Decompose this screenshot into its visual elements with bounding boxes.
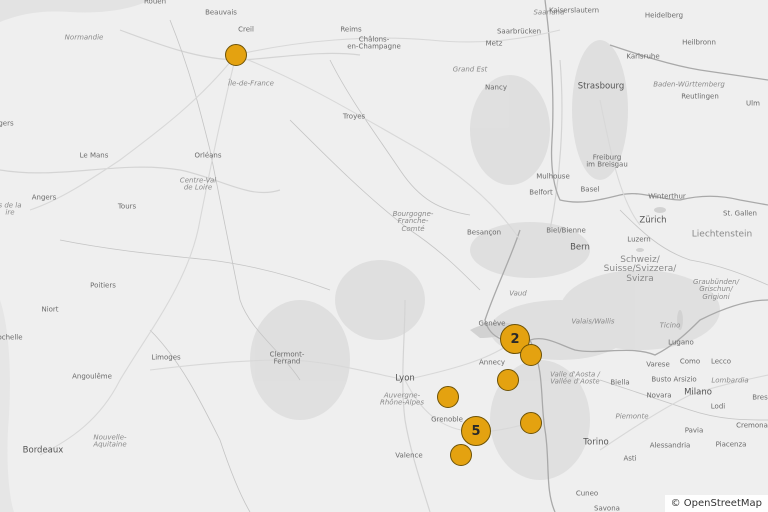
map-label-city: Grenoble <box>431 415 463 424</box>
map-label-city: Belfort <box>529 188 553 197</box>
map-label-city: gers <box>0 119 14 128</box>
map-label-region: Nouvelle- Aquitaine <box>93 433 127 449</box>
map-label-city: Bres <box>752 393 768 402</box>
map-label-region: Vaud <box>509 289 527 298</box>
map-label-city: Le Mans <box>79 151 109 160</box>
map-label-city: Asti <box>623 454 637 463</box>
map-label-region: Baden-Württemberg <box>653 80 725 89</box>
map-label-country: Liechtenstein <box>691 229 753 240</box>
map-label-city: Reutlingen <box>681 92 719 101</box>
map-label-region: Valle d'Aosta / Vallée d'Aoste <box>550 370 600 386</box>
map-label-city: Lecco <box>710 357 732 366</box>
map-label-city: Limoges <box>151 353 181 362</box>
map-label-city: Nancy <box>485 83 507 92</box>
map-label-city: Angoulême <box>72 372 112 381</box>
map-label-city: Basel <box>580 185 600 194</box>
map-label-region: Normandie <box>64 33 104 42</box>
map-label-city: Alessandria <box>649 441 691 450</box>
map-label-city: Luzern <box>627 235 651 244</box>
map-label-city: Genève <box>478 319 506 328</box>
map-label-city: Busto Arsizio <box>651 375 697 384</box>
map-label-city: Poitiers <box>90 281 116 290</box>
map-label-city-big: Torino <box>583 437 609 448</box>
marker-chamonix[interactable] <box>520 344 542 366</box>
map-label-city: Novara <box>646 391 672 400</box>
map-label-region: Grand Est <box>452 65 488 74</box>
map-label-city: Lodi <box>710 402 726 411</box>
map-label-city: Cuneo <box>575 489 599 498</box>
map-label-city: Kaiserslautern <box>548 6 600 15</box>
marker-albertville[interactable] <box>497 369 519 391</box>
map-label-city-big: Bern <box>570 242 590 253</box>
map-label-city: Freiburg im Breisgau <box>586 153 628 169</box>
map-label-city-big: Milano <box>684 387 712 398</box>
map-canvas[interactable]: Rouen Beauvais Creil Normandie Île-de-France… <box>0 0 768 512</box>
map-label-region: Valais/Wallis <box>571 317 615 326</box>
map-label-city: Orléans <box>194 151 222 160</box>
map-label-region: Île-de-France <box>228 79 274 88</box>
map-label-city-big: Strasbourg <box>577 81 625 92</box>
map-label-city-big: Lyon <box>395 373 415 384</box>
marker-chambery[interactable] <box>437 386 459 408</box>
map-label-city: Châlons- en-Champagne <box>347 35 401 51</box>
map-label-region: Piemonte <box>615 412 649 421</box>
map-label-city: ochelle <box>0 333 23 342</box>
map-label-city: Savona <box>594 504 620 512</box>
map-label-city: Piacenza <box>715 440 747 449</box>
map-label-region: Centre-Val de Loire <box>179 176 217 192</box>
map-label-city: Varese <box>646 360 670 369</box>
map-label-city: Troyes <box>342 112 366 121</box>
map-label-city: Rouen <box>143 0 167 6</box>
map-label-city: Ulm <box>746 99 760 108</box>
map-label-city: Beauvais <box>205 8 237 17</box>
marker-grenoble-cluster[interactable]: 5 <box>461 416 491 446</box>
map-label-city: Cremona <box>736 421 768 430</box>
map-label-region: Lombardia <box>711 376 749 385</box>
map-label-city: Metz <box>485 39 503 48</box>
map-label-city: Como <box>679 357 701 366</box>
map-label-city: Besançon <box>466 228 502 237</box>
map-label-region: Graubünden/ Grischun/ Grigioni <box>693 277 739 301</box>
map-label-city: Annecy <box>479 358 505 367</box>
map-label-region: Ticino <box>659 321 681 330</box>
map-label-city: Angers <box>31 193 57 202</box>
map-label-region: Auvergne- Rhône-Alpes <box>380 391 424 407</box>
map-label-city-big: Zürich <box>639 215 667 226</box>
map-label-region: Bourgogne- Franche- Comté <box>392 209 434 233</box>
map-label-city: Heilbronn <box>682 38 716 47</box>
map-label-city: Saarbrücken <box>496 27 542 36</box>
map-label-city: Heidelberg <box>644 11 684 20</box>
map-label-city: Pavia <box>684 426 704 435</box>
map-label-city: Mulhouse <box>536 172 570 181</box>
map-label-city-big: Bordeaux <box>22 445 64 456</box>
map-label-city: Lugano <box>668 338 694 347</box>
marker-vercors[interactable] <box>450 444 472 466</box>
map-attribution[interactable]: © OpenStreetMap <box>664 495 768 512</box>
map-label-city: Valence <box>395 451 423 460</box>
marker-paris[interactable] <box>225 44 247 66</box>
marker-briancon[interactable] <box>520 412 542 434</box>
map-label-city: Creil <box>238 25 254 34</box>
map-label-city: Tours <box>117 202 137 211</box>
map-label-city: Reims <box>340 25 362 34</box>
map-label-city: Niort <box>41 305 59 314</box>
map-label-region: s de la ire <box>0 201 22 217</box>
map-label-city: Biella <box>610 378 630 387</box>
map-label-city: Karlsruhe <box>626 52 660 61</box>
map-label-country: Schweiz/ Suisse/Svizzera/ Svizra <box>603 254 677 284</box>
map-label-city: Winterthur <box>648 192 686 201</box>
map-label-city: Biel/Bienne <box>546 226 586 235</box>
map-label-city: Clermont- Ferrand <box>269 350 305 366</box>
attribution-link[interactable]: © OpenStreetMap <box>671 498 762 509</box>
map-label-city: St. Gallen <box>723 209 757 218</box>
